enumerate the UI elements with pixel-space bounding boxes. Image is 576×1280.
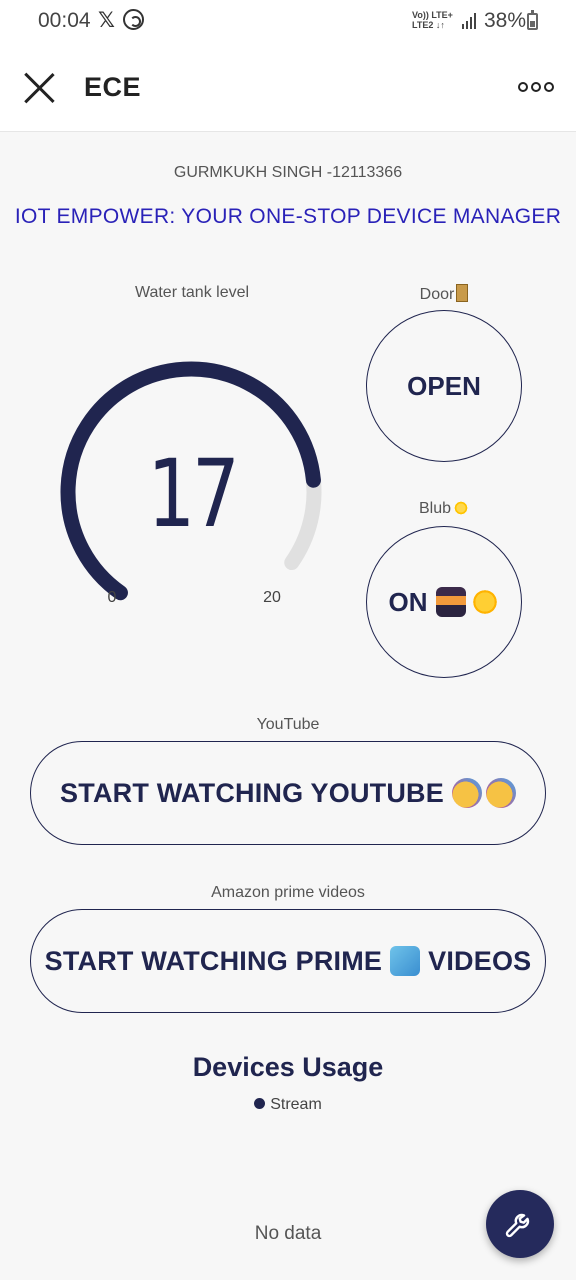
bulb-toggle-button[interactable]: ON: [366, 526, 522, 678]
bulb-button-label: ON: [388, 586, 428, 617]
close-icon[interactable]: [22, 71, 56, 105]
signal-icon: [462, 13, 478, 29]
sun-emoji: [469, 587, 500, 617]
app-bar: ECE: [0, 44, 576, 132]
youtube-button-label: START WATCHING YOUTUBE: [60, 777, 444, 808]
start-youtube-button[interactable]: START WATCHING YOUTUBE: [30, 741, 546, 845]
party-face-emoji: [485, 778, 516, 808]
prime-button-label-start: START WATCHING PRIME: [44, 945, 383, 976]
city-sunset-emoji: [435, 587, 466, 617]
door-toggle-button[interactable]: OPEN: [366, 310, 522, 462]
more-options-icon[interactable]: [518, 80, 554, 94]
door-label: Door: [384, 284, 504, 304]
gauge-label: Water tank level: [134, 284, 250, 301]
door-emoji: [456, 284, 469, 302]
user-subtitle: GURMKUKH SINGH -12113366: [173, 164, 403, 181]
youtube-label: YouTube: [256, 716, 320, 733]
party-face-emoji: [451, 778, 482, 808]
prime-button-label-end: VIDEOS: [428, 945, 532, 976]
settings-fab-button[interactable]: [486, 1190, 554, 1258]
bulb-label: Blub: [384, 500, 504, 518]
door-button-label: OPEN: [407, 370, 481, 401]
devices-usage-title: Devices Usage: [192, 1052, 384, 1082]
legend-dot: [254, 1098, 266, 1109]
usage-legend[interactable]: Stream: [0, 1096, 576, 1114]
battery-percentage: 38%: [484, 9, 527, 32]
start-prime-button[interactable]: START WATCHING PRIME VIDEOS: [30, 909, 546, 1013]
battery-icon: [527, 10, 538, 30]
network-indicator-top: Vo)) LTE+: [412, 10, 453, 20]
whatsapp-icon: [123, 9, 144, 30]
wrench-icon: [505, 1213, 530, 1238]
legend-label: Stream: [270, 1096, 322, 1113]
sun-emoji: [453, 500, 470, 516]
app-title: ECE: [84, 72, 142, 102]
x-icon: 𝕏: [98, 9, 115, 32]
gauge-min-label: 0: [107, 589, 117, 606]
status-time: 00:04: [38, 9, 91, 32]
prime-label: Amazon prime videos: [211, 884, 365, 901]
video-camera-emoji: [390, 946, 421, 976]
network-indicator-bottom: LTE2 ↓↑: [412, 20, 445, 30]
status-bar: 00:04 𝕏 Vo)) LTE+ LTE2 ↓↑ 38%: [0, 0, 576, 44]
bulb-label-text: Blub: [418, 500, 452, 517]
door-label-text: Door: [419, 286, 455, 303]
dashboard-headline: IOT EMPOWER: YOUR ONE-STOP DEVICE MANAGE…: [14, 205, 562, 228]
gauge-max-label: 20: [263, 589, 281, 606]
gauge-value: 17: [147, 440, 239, 549]
